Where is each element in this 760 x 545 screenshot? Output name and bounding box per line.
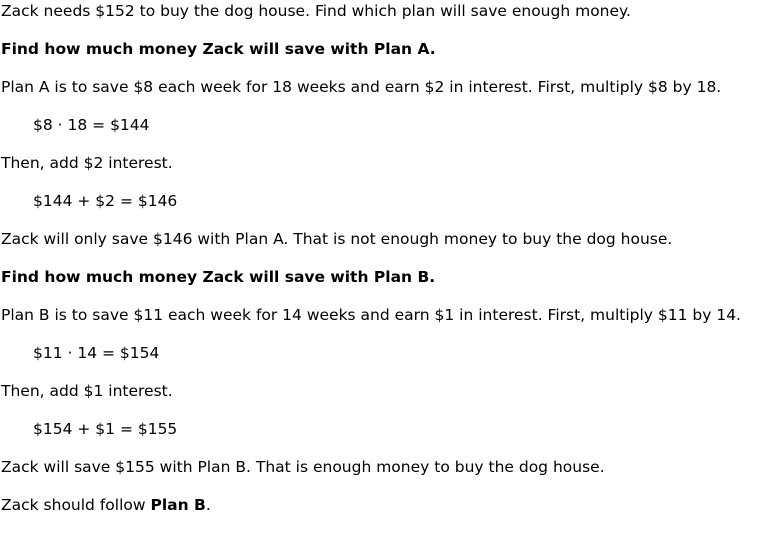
plan-a-heading: Find how much money Zack will save with … xyxy=(1,40,436,58)
plan-b-equation-multiply: $11 · 14 = $154 xyxy=(33,344,160,362)
plan-a-equation-multiply: $8 · 18 = $144 xyxy=(33,116,150,134)
final-answer: Zack should follow Plan B. xyxy=(1,495,760,516)
problem-intro: Zack needs $152 to buy the dog house. Fi… xyxy=(1,2,631,20)
plan-b-step-add-interest: Then, add $1 interest. xyxy=(1,382,173,400)
final-answer-plan: Plan B xyxy=(150,496,206,514)
plan-b-heading: Find how much money Zack will save with … xyxy=(1,268,436,286)
plan-a-section: Find how much money Zack will save with … xyxy=(1,39,760,250)
plan-b-conclusion: Zack will save $155 with Plan B. That is… xyxy=(1,458,605,476)
final-answer-prefix: Zack should follow xyxy=(1,496,151,514)
plan-a-equation-add: $144 + $2 = $146 xyxy=(33,192,178,210)
plan-a-description: Plan A is to save $8 each week for 18 we… xyxy=(1,78,722,96)
plan-b-description: Plan B is to save $11 each week for 14 w… xyxy=(1,306,741,324)
solution-document: Zack needs $152 to buy the dog house. Fi… xyxy=(0,0,760,516)
plan-a-step-add-interest: Then, add $2 interest. xyxy=(1,154,173,172)
plan-b-section: Find how much money Zack will save with … xyxy=(1,267,760,478)
plan-b-equation-add: $154 + $1 = $155 xyxy=(33,420,178,438)
plan-a-conclusion: Zack will only save $146 with Plan A. Th… xyxy=(1,230,673,248)
final-answer-suffix: . xyxy=(205,496,211,514)
